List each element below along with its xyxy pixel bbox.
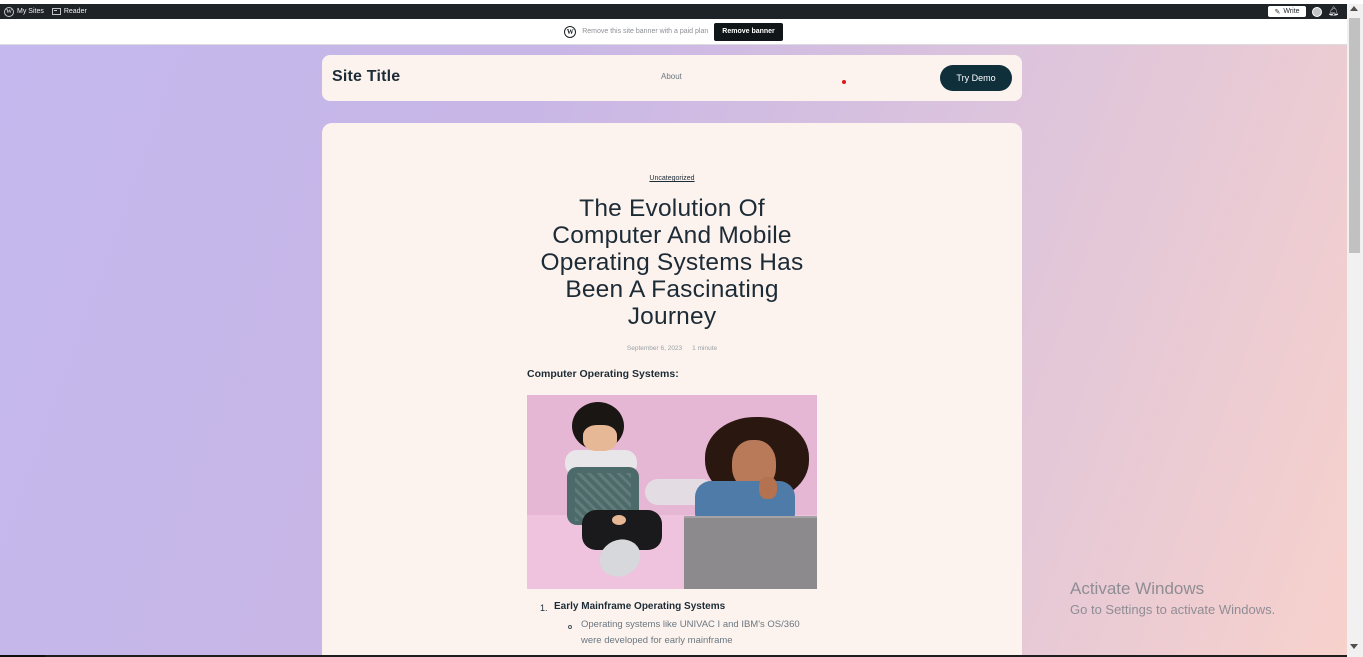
list-item-text: Operating systems like UNIVAC I and IBM'… [581, 619, 800, 646]
page-background: Site Title About Try Demo Uncategorized … [0, 45, 1347, 655]
post-image [527, 395, 817, 589]
scroll-up-arrow-icon[interactable] [1350, 6, 1358, 11]
cursor-dot [842, 80, 846, 84]
watermark-subtitle: Go to Settings to activate Windows. [1070, 602, 1276, 617]
reader-label: Reader [63, 8, 87, 15]
post-category-link[interactable]: Uncategorized [322, 175, 1022, 182]
write-button[interactable]: ✎ Write [1268, 6, 1306, 17]
notifications-bell-icon[interactable]: 🔔︎ [1328, 6, 1339, 17]
scroll-down-arrow-icon[interactable] [1350, 644, 1358, 649]
post-title: The Evolution Of Computer And Mobile Ope… [540, 195, 804, 330]
pencil-icon: ✎ [1274, 8, 1281, 16]
bullet-icon [568, 625, 572, 629]
list-item-title: Early Mainframe Operating Systems [554, 601, 726, 612]
post-content-card: Uncategorized The Evolution Of Computer … [322, 123, 1022, 655]
wordpress-logo-icon: W [564, 25, 577, 38]
site-title[interactable]: Site Title [332, 68, 400, 86]
my-sites-link[interactable]: W My Sites [0, 4, 48, 19]
user-avatar[interactable] [1311, 6, 1322, 17]
remove-banner-button[interactable]: Remove banner [714, 22, 783, 41]
read-time: 1 minute [692, 345, 718, 352]
nav-item-about[interactable]: About [661, 72, 682, 81]
post-date[interactable]: September 6, 2023 [627, 345, 682, 352]
site-banner: W Remove this site banner with a paid pl… [0, 19, 1347, 45]
wordpress-logo-icon: W [4, 6, 14, 17]
post-meta: September 6, 2023 1 minute [322, 345, 1022, 352]
admin-bar-right: ✎ Write 🔔︎ [1268, 6, 1347, 17]
activate-windows-watermark: Activate Windows Go to Settings to activ… [1070, 578, 1275, 620]
watermark-title: Activate Windows [1070, 579, 1205, 598]
write-label: Write [1283, 8, 1300, 15]
reader-link[interactable]: Reader [48, 4, 91, 19]
vertical-scrollbar[interactable] [1347, 4, 1363, 657]
scrollbar-thumb[interactable] [1349, 18, 1360, 253]
my-sites-label: My Sites [17, 8, 44, 15]
banner-message: Remove this site banner with a paid plan [582, 28, 709, 35]
admin-bar: W My Sites Reader ✎ Write 🔔︎ [0, 4, 1347, 19]
site-header: Site Title About Try Demo [322, 55, 1022, 101]
section-heading: Computer Operating Systems: [527, 368, 679, 380]
reader-icon [51, 8, 61, 15]
try-demo-button[interactable]: Try Demo [940, 65, 1012, 91]
list-item-number: 1. [540, 603, 548, 613]
